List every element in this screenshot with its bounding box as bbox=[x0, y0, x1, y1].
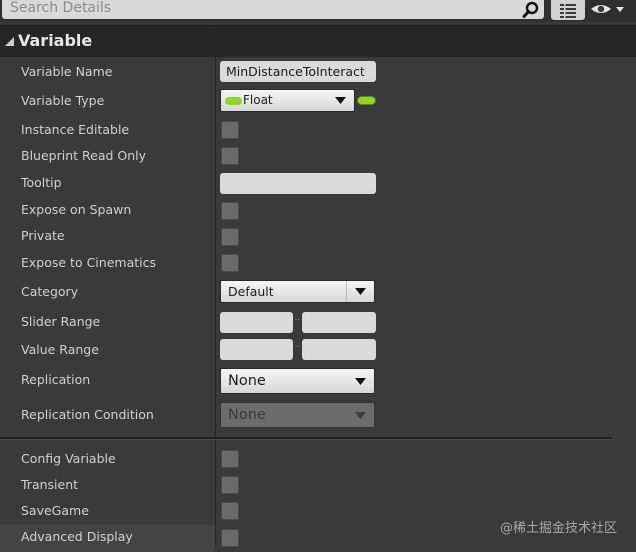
collapse-triangle-icon[interactable] bbox=[5, 37, 14, 46]
instance-editable-checkbox[interactable] bbox=[221, 121, 239, 139]
private-checkbox[interactable] bbox=[221, 228, 239, 246]
tooltip-input[interactable] bbox=[220, 173, 376, 194]
transient-checkbox[interactable] bbox=[221, 476, 239, 494]
replication-condition-label: Replication Condition bbox=[21, 407, 154, 422]
config-variable-label: Config Variable bbox=[21, 451, 116, 466]
replication-condition-dropdown: None bbox=[220, 402, 375, 428]
slider-range-max-input[interactable] bbox=[302, 312, 376, 333]
float-type-pill-icon bbox=[225, 97, 242, 105]
value-range-max-input[interactable] bbox=[302, 339, 376, 360]
chevron-down-icon bbox=[355, 288, 366, 295]
blueprint-read-only-checkbox[interactable] bbox=[221, 147, 239, 165]
replication-condition-value: None bbox=[228, 407, 266, 423]
advanced-display-label: Advanced Display bbox=[21, 529, 133, 544]
slider-range-separator: .. bbox=[294, 313, 301, 323]
value-range-separator: .. bbox=[294, 340, 301, 350]
variable-type-dropdown[interactable]: Float bbox=[220, 89, 355, 112]
transient-label: Transient bbox=[21, 477, 79, 492]
savegame-label: SaveGame bbox=[21, 503, 89, 518]
expose-on-spawn-label: Expose on Spawn bbox=[21, 202, 132, 217]
variable-type-label: Variable Type bbox=[21, 93, 105, 108]
chevron-down-icon bbox=[355, 412, 366, 419]
expose-on-spawn-checkbox[interactable] bbox=[221, 202, 239, 220]
value-range-min-input[interactable] bbox=[220, 339, 293, 360]
chevron-down-icon bbox=[335, 97, 346, 104]
property-matrix-button[interactable] bbox=[551, 0, 585, 20]
search-input[interactable]: Search Details bbox=[2, 0, 544, 19]
container-type-pill-button[interactable] bbox=[357, 96, 376, 105]
expose-to-cinematics-label: Expose to Cinematics bbox=[21, 255, 156, 270]
category-title: Variable bbox=[18, 31, 93, 50]
advanced-separator bbox=[0, 437, 612, 440]
variable-type-value: Float bbox=[243, 93, 273, 107]
watermark: @稀土掘金技术社区 bbox=[500, 521, 618, 536]
config-variable-checkbox[interactable] bbox=[221, 450, 239, 468]
blueprint-read-only-label: Blueprint Read Only bbox=[21, 148, 147, 163]
replication-label: Replication bbox=[21, 372, 91, 387]
replication-value: None bbox=[228, 373, 266, 389]
advanced-display-checkbox[interactable] bbox=[221, 529, 239, 547]
eye-icon bbox=[591, 5, 624, 13]
search-placeholder: Search Details bbox=[10, 0, 112, 16]
private-label: Private bbox=[21, 228, 65, 243]
savegame-checkbox[interactable] bbox=[221, 502, 239, 520]
grid-icon bbox=[560, 3, 576, 18]
expose-to-cinematics-checkbox[interactable] bbox=[221, 254, 239, 272]
category-dropdown[interactable]: Default bbox=[220, 280, 375, 303]
slider-range-min-input[interactable] bbox=[220, 312, 293, 333]
column-divider[interactable] bbox=[215, 25, 216, 545]
chevron-down-icon bbox=[355, 378, 366, 385]
value-range-label: Value Range bbox=[21, 342, 99, 357]
tooltip-label: Tooltip bbox=[21, 175, 62, 190]
slider-range-label: Slider Range bbox=[21, 314, 101, 329]
search-icon[interactable] bbox=[522, 1, 540, 19]
category-value: Default bbox=[228, 284, 274, 299]
variable-name-input[interactable]: MinDistanceToInteract bbox=[220, 61, 376, 82]
category-header-variable[interactable]: Variable bbox=[0, 25, 636, 57]
view-options-button[interactable] bbox=[588, 0, 634, 20]
replication-dropdown[interactable]: None bbox=[220, 368, 375, 394]
instance-editable-label: Instance Editable bbox=[21, 122, 130, 137]
category-label: Category bbox=[21, 284, 79, 299]
variable-name-label: Variable Name bbox=[21, 64, 113, 79]
